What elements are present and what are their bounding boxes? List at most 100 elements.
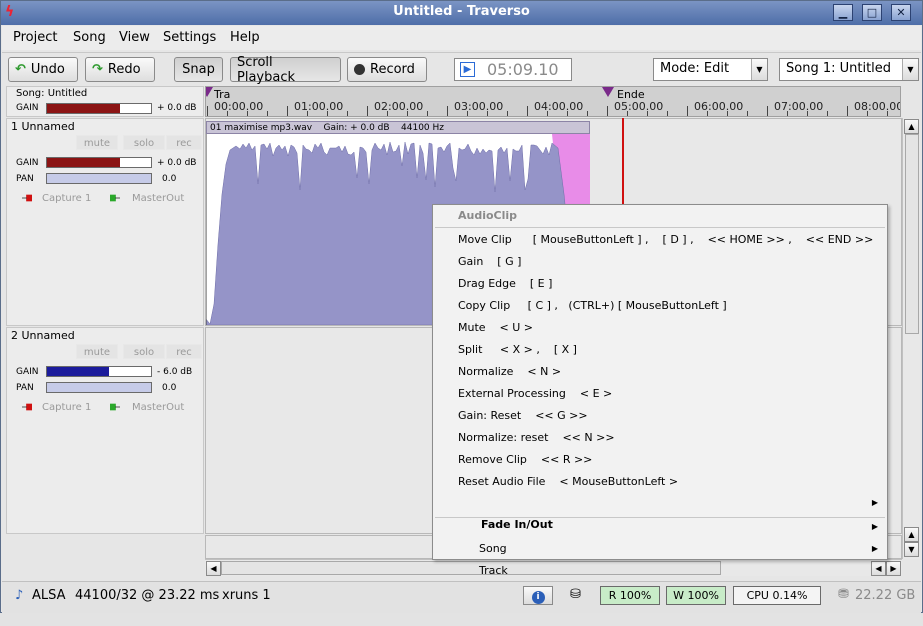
title-bar[interactable]: ϟ Untitled - Traverso ▁ □ ✕ bbox=[1, 1, 922, 25]
menu-item[interactable]: External Processing < E > bbox=[434, 383, 886, 405]
menu-item[interactable]: Gain [ G ] bbox=[434, 251, 886, 273]
start-marker[interactable] bbox=[206, 87, 213, 97]
timeline-ruler[interactable]: 00:00.00 01:00.00 02:00.00 03:00.00 04:00.00… bbox=[205, 86, 901, 117]
end-marker[interactable] bbox=[602, 87, 614, 97]
gain-slider[interactable] bbox=[46, 157, 152, 168]
vertical-scrollbar[interactable]: ▲ ▲ ▼ bbox=[902, 118, 920, 559]
audio-clip-header[interactable]: 01 maximise mp3.wav Gain: + 0.0 dB 44100… bbox=[206, 121, 590, 134]
ruler-tick-label: 02:00.00 bbox=[374, 100, 424, 113]
scroll-playback-toggle[interactable]: Scroll Playback bbox=[230, 55, 341, 85]
ruler-major-tick bbox=[287, 106, 288, 116]
scroll-down-icon[interactable]: ▼ bbox=[904, 542, 919, 557]
song-gain-slider[interactable] bbox=[46, 103, 152, 114]
song-select[interactable]: Song 1: Untitled ▼ bbox=[779, 58, 919, 81]
ruler-minor-tick bbox=[667, 111, 668, 116]
menu-item[interactable]: Gain: Reset << G >> bbox=[434, 405, 886, 427]
mode-select[interactable]: Mode: Edit ▼ bbox=[653, 58, 768, 81]
capture-bus-label[interactable]: Capture 1 bbox=[42, 193, 91, 204]
ruler-tick-label: 08:00.00 bbox=[854, 100, 901, 113]
record-label: Record bbox=[370, 62, 415, 77]
ruler-minor-tick bbox=[347, 111, 348, 116]
ruler-minor-tick bbox=[247, 111, 248, 116]
menu-project[interactable]: Project bbox=[13, 30, 57, 45]
menu-item[interactable]: Reset Audio File < MouseButtonLeft > bbox=[434, 471, 886, 493]
mute-button[interactable]: mute bbox=[76, 135, 118, 150]
play-icon[interactable]: ▶ bbox=[460, 62, 475, 77]
menu-item-fade-in-out[interactable]: Fade In/Out ▶ bbox=[434, 492, 886, 531]
scroll-left-icon[interactable]: ◀ bbox=[871, 561, 886, 576]
menu-item[interactable]: Remove Clip << R >> bbox=[434, 449, 886, 471]
redo-label: Redo bbox=[107, 62, 141, 77]
scroll-up-icon[interactable]: ▲ bbox=[904, 527, 919, 542]
minimize-button[interactable]: ▁ bbox=[833, 4, 853, 21]
vertical-scroll-thumb[interactable] bbox=[905, 134, 919, 334]
window-title: Untitled - Traverso bbox=[393, 4, 530, 19]
capture-bus-icon bbox=[22, 194, 32, 202]
menu-bar: Project Song View Settings Help bbox=[2, 26, 921, 50]
horizontal-scrollbar[interactable]: ◀ ◀ ▶ bbox=[205, 559, 902, 576]
scroll-up-icon[interactable]: ▲ bbox=[904, 119, 919, 134]
menu-item[interactable]: Copy Clip [ C ] , (CTRL+) [ MouseButtonL… bbox=[434, 295, 886, 317]
solo-button[interactable]: solo bbox=[123, 344, 165, 359]
menu-item-label: Remove Clip << R >> bbox=[458, 453, 593, 466]
menu-item-label: External Processing < E > bbox=[458, 387, 613, 400]
ruler-minor-tick bbox=[547, 111, 548, 116]
gain-slider[interactable] bbox=[46, 366, 152, 377]
menu-item[interactable]: Normalize < N > bbox=[434, 361, 886, 383]
ruler-minor-tick bbox=[567, 111, 568, 116]
gain-label: GAIN bbox=[16, 158, 39, 168]
read-buffer-status: R 100% bbox=[600, 586, 660, 605]
menu-item[interactable]: Normalize: reset << N >> bbox=[434, 427, 886, 449]
menu-song[interactable]: Song bbox=[73, 30, 106, 45]
rec-button[interactable]: rec bbox=[166, 344, 202, 359]
menu-item-song[interactable]: Song ▶ bbox=[434, 516, 886, 555]
ruler-major-tick bbox=[527, 106, 528, 116]
redo-button[interactable]: ↷ Redo bbox=[85, 57, 155, 82]
menu-item-label: Drag Edge [ E ] bbox=[458, 277, 553, 290]
menu-item-label: Split < X > , [ X ] bbox=[458, 343, 577, 356]
ruler-major-tick bbox=[767, 106, 768, 116]
maximize-button[interactable]: □ bbox=[862, 4, 882, 21]
record-button[interactable]: Record bbox=[347, 57, 427, 82]
menu-settings[interactable]: Settings bbox=[163, 30, 216, 45]
mute-button[interactable]: mute bbox=[76, 344, 118, 359]
gain-value: + 0.0 dB bbox=[157, 158, 197, 168]
menu-view[interactable]: View bbox=[119, 30, 150, 45]
scroll-right-icon[interactable]: ▶ bbox=[886, 561, 901, 576]
scroll-left-icon[interactable]: ◀ bbox=[206, 561, 221, 576]
menu-item[interactable]: Split < X > , [ X ] bbox=[434, 339, 886, 361]
menu-item-track[interactable]: Track ▶ bbox=[434, 538, 886, 577]
rec-button[interactable]: rec bbox=[166, 135, 202, 150]
ruler-major-tick bbox=[607, 106, 608, 116]
info-button[interactable]: i bbox=[523, 586, 553, 605]
menu-item[interactable]: Move Clip [ MouseButtonLeft ] , [ D ] , … bbox=[434, 229, 886, 251]
ruler-major-tick bbox=[367, 106, 368, 116]
song-header: Song: Untitled GAIN + 0.0 dB bbox=[6, 86, 204, 117]
undo-button[interactable]: ↶ Undo bbox=[8, 57, 78, 82]
menu-item[interactable]: Mute < U > bbox=[434, 317, 886, 339]
transport-time-display: ▶ 05:09.10 bbox=[454, 58, 572, 81]
menu-item[interactable]: Drag Edge [ E ] bbox=[434, 273, 886, 295]
capture-bus-label[interactable]: Capture 1 bbox=[42, 402, 91, 413]
snap-toggle[interactable]: Snap bbox=[174, 57, 223, 82]
master-bus-label[interactable]: MasterOut bbox=[132, 402, 184, 413]
track-header-2[interactable]: 2 Unnamed mute solo rec GAIN - 6.0 dB PA… bbox=[6, 327, 204, 534]
pan-slider[interactable] bbox=[46, 382, 152, 393]
ruler-major-tick bbox=[847, 106, 848, 116]
track-header-1[interactable]: 1 Unnamed mute solo rec GAIN + 0.0 dB PA… bbox=[6, 118, 204, 326]
menu-item-label: Normalize < N > bbox=[458, 365, 562, 378]
close-button[interactable]: ✕ bbox=[891, 4, 911, 21]
mode-value: Mode: Edit bbox=[660, 61, 730, 76]
solo-button[interactable]: solo bbox=[123, 135, 165, 150]
master-bus-label[interactable]: MasterOut bbox=[132, 193, 184, 204]
pan-slider[interactable] bbox=[46, 173, 152, 184]
audioclip-context-menu: AudioClip Move Clip [ MouseButtonLeft ] … bbox=[432, 204, 888, 577]
playhead-cursor[interactable] bbox=[622, 118, 624, 205]
empty-track-area bbox=[6, 535, 204, 559]
ruler-minor-tick bbox=[807, 111, 808, 116]
gain-fill bbox=[47, 367, 110, 376]
menu-help[interactable]: Help bbox=[230, 30, 260, 45]
pan-value: 0.0 bbox=[162, 174, 177, 184]
ruler-minor-tick bbox=[307, 111, 308, 116]
status-bar: ♪ ALSA 44100/32 @ 23.22 ms xruns 1 i ⛁ R… bbox=[2, 581, 921, 613]
